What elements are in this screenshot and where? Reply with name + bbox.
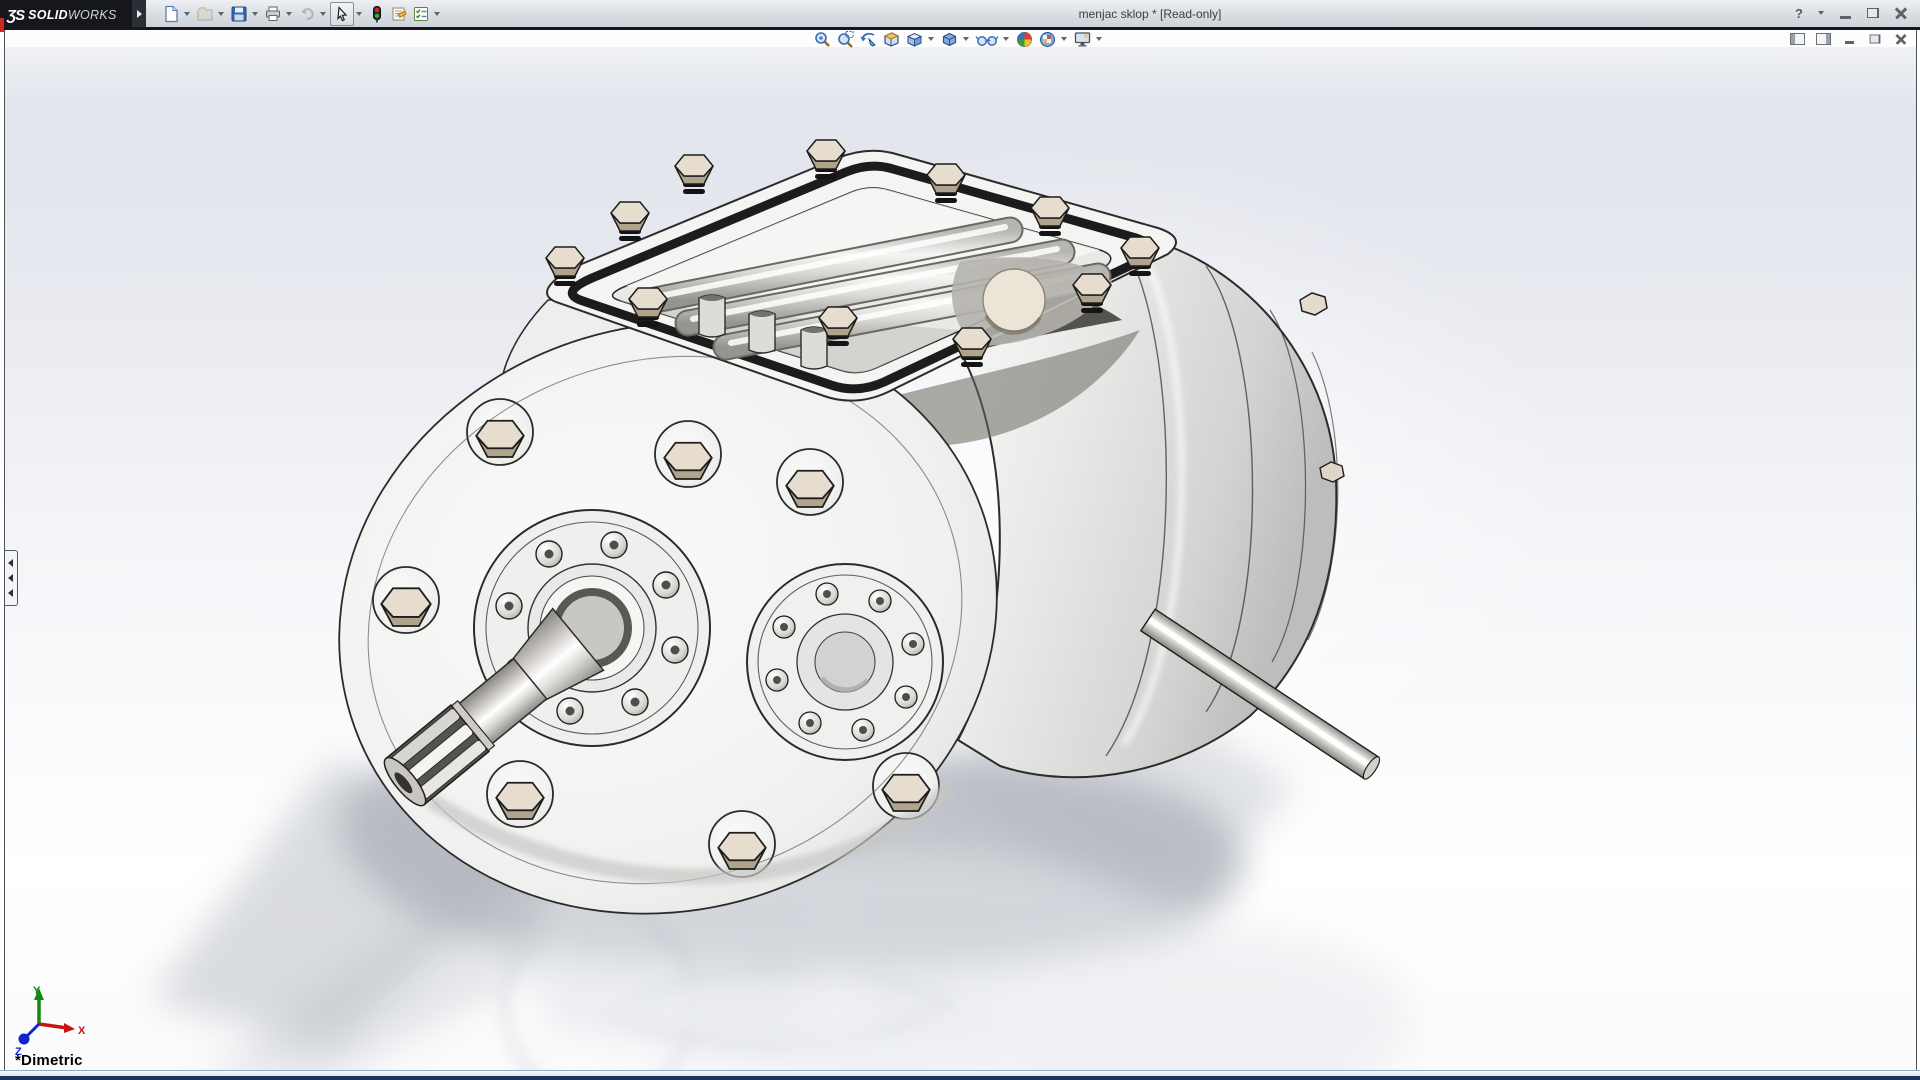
minimize-icon [1840,16,1851,19]
ds-logo-mark: ƷS [7,7,24,24]
magnifier-area-icon [836,30,855,49]
new-document-button[interactable] [160,3,182,25]
doc-minimize-icon [1845,41,1854,44]
file-properties-button[interactable] [388,3,410,25]
help-icon: ? [1795,6,1803,21]
taskbar-edge [0,1076,1920,1080]
doc-restore-button[interactable] [1866,32,1884,46]
undo-dropdown-caret[interactable] [320,12,326,16]
hide-show-items-button[interactable] [973,29,1001,49]
view-orientation-label: *Dimetric [15,1052,83,1069]
doc-close-icon [1896,34,1907,45]
window-title: menjac sklop * [Read-only] [1040,7,1260,21]
solidworks-logo: ƷS SOLID WORKS [0,0,139,30]
hide-show-caret[interactable] [1003,37,1009,41]
open-folder-icon [196,5,214,23]
open-button[interactable] [194,3,216,25]
appearance-ball-icon [1015,30,1034,49]
show-right-pane-button[interactable] [1814,32,1832,46]
minimize-button[interactable] [1834,4,1856,22]
undo-arrow-icon [298,5,316,23]
magnifier-fit-icon [813,30,832,49]
collapse-arrow-icon [8,589,13,597]
select-dropdown-caret[interactable] [356,12,362,16]
x-axis-arrow [64,1023,75,1033]
zoom-to-fit-button[interactable] [811,29,834,49]
scene-ball-icon [1038,30,1057,49]
reference-triad: Y X Z [9,982,99,1062]
print-icon [264,5,282,23]
zoom-to-area-button[interactable] [834,29,857,49]
section-cube-icon [882,30,901,49]
new-document-icon [162,5,180,23]
show-left-pane-button[interactable] [1788,32,1806,46]
edge-accent-mark [0,18,4,32]
open-dropdown-caret[interactable] [218,12,224,16]
headsup-view-toolbar [811,29,1106,49]
menu-expand-tab[interactable] [132,0,146,27]
restore-icon [1867,8,1879,18]
undo-button[interactable] [296,3,318,25]
view-settings-caret[interactable] [1096,37,1102,41]
section-view-button[interactable] [880,29,903,49]
monitor-icon [1073,30,1092,49]
title-bar: menjac sklop * [Read-only] ? [0,0,1920,30]
close-button[interactable] [1890,4,1912,22]
view-orientation-button[interactable] [903,29,926,49]
print-dropdown-caret[interactable] [286,12,292,16]
view-settings-button[interactable] [1071,29,1094,49]
display-style-cube-icon [940,30,959,49]
edit-appearance-button[interactable] [1013,29,1036,49]
doc-minimize-button[interactable] [1840,32,1858,46]
new-dropdown-caret[interactable] [184,12,190,16]
z-axis-ball [19,1034,30,1045]
save-dropdown-caret[interactable] [252,12,258,16]
graphics-viewport[interactable]: Y X Z *Dimetric [5,47,1916,1070]
output-bearing-boss[interactable] [747,564,943,760]
file-properties-icon [390,5,408,23]
expand-arrow-icon [137,10,142,18]
feature-pane-splitter-tab[interactable] [5,550,18,606]
eyeglasses-icon [975,30,999,49]
x-axis-label: X [78,1025,86,1037]
restore-button[interactable] [1862,4,1884,22]
select-cursor-icon [333,5,351,23]
previous-view-button[interactable] [857,29,880,49]
options-button[interactable] [410,3,432,25]
display-style-button[interactable] [938,29,961,49]
main-toolbar [160,2,444,25]
collapse-arrow-icon [8,559,13,567]
apply-scene-button[interactable] [1036,29,1059,49]
right-pane-icon [1816,33,1831,45]
window-controls: ? [1788,4,1912,22]
save-floppy-icon [230,5,248,23]
traffic-light-icon [368,5,386,23]
display-style-caret[interactable] [963,37,969,41]
save-button[interactable] [228,3,250,25]
document-window: Y X Z *Dimetric [4,30,1917,1071]
options-dropdown-caret[interactable] [434,12,440,16]
print-button[interactable] [262,3,284,25]
document-window-controls [1788,32,1910,46]
y-axis-label: Y [33,985,41,997]
apply-scene-caret[interactable] [1061,37,1067,41]
close-icon [1895,7,1907,19]
left-pane-icon [1790,33,1805,45]
gearbox-3d-model[interactable] [5,47,1916,1070]
doc-close-button[interactable] [1892,32,1910,46]
previous-view-icon [859,30,878,49]
collapse-arrow-icon [8,574,13,582]
select-button[interactable] [330,2,354,26]
help-button[interactable]: ? [1788,4,1810,22]
options-checklist-icon [412,5,430,23]
help-dropdown-caret[interactable] [1818,11,1824,15]
view-orientation-caret[interactable] [928,37,934,41]
orientation-cube-icon [905,30,924,49]
rebuild-button[interactable] [366,3,388,25]
doc-restore-icon [1870,35,1881,44]
